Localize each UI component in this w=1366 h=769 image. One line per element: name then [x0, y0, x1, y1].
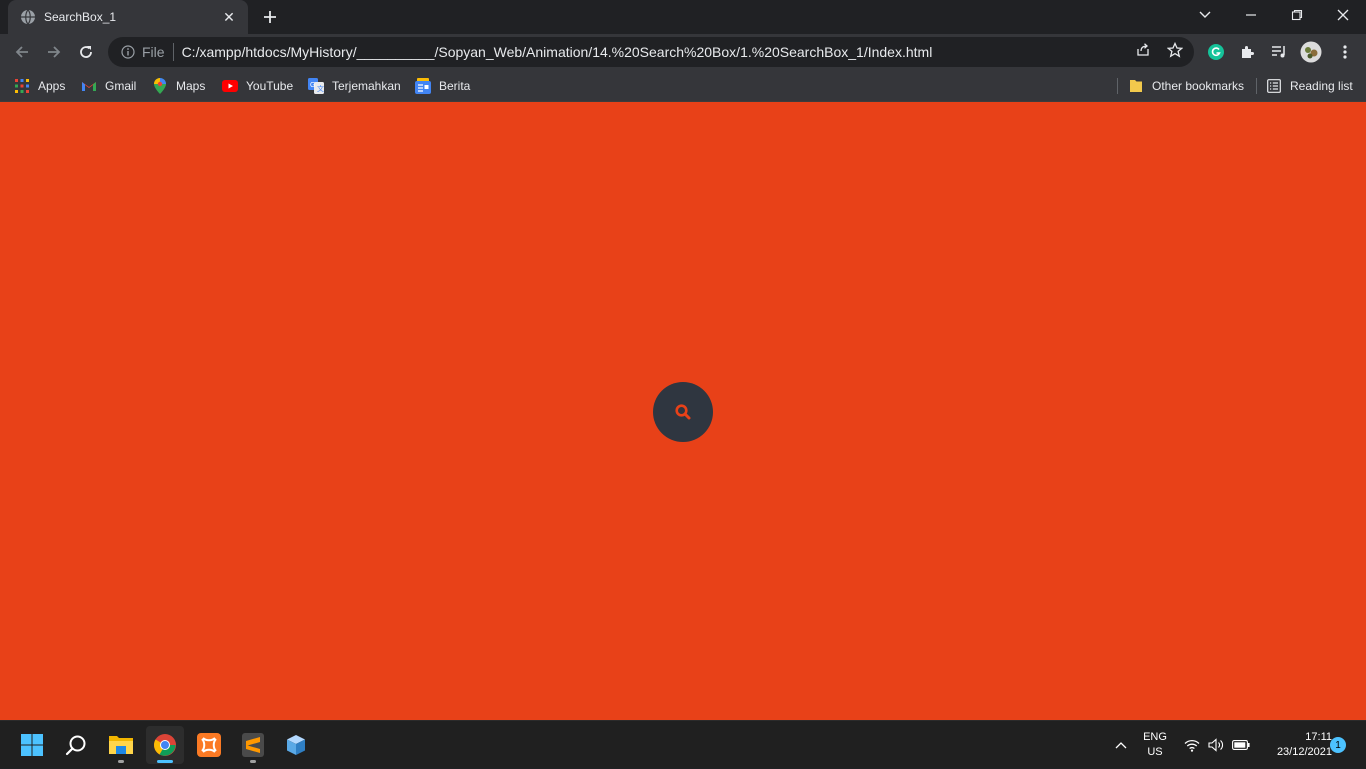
info-icon[interactable] — [120, 44, 136, 60]
chevron-down-icon — [1199, 11, 1211, 18]
restore-button[interactable] — [1274, 0, 1320, 30]
extensions-icon[interactable] — [1236, 41, 1258, 63]
sublime-text-icon — [242, 733, 264, 757]
bookmarks-divider — [1256, 78, 1257, 94]
battery-icon[interactable] — [1230, 721, 1252, 769]
start-button[interactable] — [13, 726, 51, 764]
running-indicator — [118, 760, 124, 763]
media-control-icon[interactable] — [1268, 41, 1290, 63]
tab-close-icon[interactable]: ✕ — [220, 8, 238, 26]
globe-icon — [20, 9, 36, 25]
show-hidden-icons-button[interactable] — [1110, 721, 1132, 769]
bookmarks-divider — [1117, 78, 1118, 94]
bookmark-other-bookmarks[interactable]: Other bookmarks — [1128, 74, 1244, 98]
tab-title: SearchBox_1 — [44, 10, 117, 24]
bookmark-apps[interactable]: Apps — [14, 74, 65, 98]
bookmark-terjemahkan[interactable]: G文 Terjemahkan — [308, 74, 401, 98]
search-icon — [65, 735, 86, 756]
taskbar-search-button[interactable] — [57, 726, 95, 764]
close-icon — [1337, 9, 1349, 21]
bookmark-label: Terjemahkan — [332, 79, 401, 93]
bookmark-youtube[interactable]: YouTube — [222, 74, 293, 98]
reading-list-icon — [1266, 78, 1282, 94]
bookmark-label: Berita — [439, 79, 471, 93]
bookmark-label: Reading list — [1290, 79, 1353, 93]
bookmark-star-icon[interactable] — [1166, 41, 1184, 59]
browser-tab[interactable]: SearchBox_1 ✕ — [8, 0, 248, 34]
omnibox-divider — [172, 43, 174, 61]
notification-badge[interactable]: 1 — [1330, 737, 1346, 753]
apps-grid-icon — [14, 78, 30, 94]
minimize-button[interactable] — [1228, 0, 1274, 30]
chrome-icon — [154, 734, 176, 756]
restore-icon — [1291, 9, 1303, 21]
xampp-icon — [197, 733, 221, 757]
bookmark-label: YouTube — [246, 79, 294, 93]
language-code: ENG — [1143, 731, 1167, 743]
clock[interactable]: 17:11 23/12/2021 — [1256, 730, 1332, 760]
volume-icon[interactable] — [1206, 721, 1226, 769]
bookmark-label: Gmail — [105, 79, 137, 93]
forward-button[interactable] — [40, 38, 68, 66]
bookmark-maps[interactable]: Maps — [152, 74, 205, 98]
news-icon — [415, 78, 431, 94]
file-explorer-icon — [109, 736, 133, 754]
gmail-icon — [81, 78, 97, 94]
plus-icon — [264, 11, 276, 23]
tab-search-button[interactable] — [1182, 0, 1228, 30]
bookmark-label: Other bookmarks — [1152, 79, 1245, 93]
back-button[interactable] — [8, 38, 36, 66]
youtube-icon — [222, 78, 238, 94]
folder-icon — [1128, 78, 1144, 94]
url-text[interactable]: C:/xampp/htdocs/MyHistory/__________/Sop… — [182, 44, 933, 60]
reload-icon — [80, 46, 92, 58]
menu-kebab-icon[interactable] — [1334, 41, 1356, 63]
taskbar-3d-app[interactable] — [277, 726, 315, 764]
search-button[interactable] — [653, 382, 713, 442]
search-icon — [675, 404, 691, 420]
taskbar-sublime-text[interactable] — [234, 726, 272, 764]
reading-list-button[interactable]: Reading list — [1266, 74, 1353, 98]
profile-avatar[interactable] — [1300, 41, 1322, 63]
scheme-label: File — [142, 44, 165, 60]
maps-icon — [152, 78, 168, 94]
bookmark-gmail[interactable]: Gmail — [81, 74, 136, 98]
bookmarks-bar: Apps Gmail Maps YouTube G文 Terjemahkan B… — [0, 70, 1366, 102]
arrow-left-icon — [15, 46, 28, 58]
3d-box-icon — [287, 735, 305, 755]
bookmark-berita[interactable]: Berita — [415, 74, 470, 98]
clock-date: 23/12/2021 — [1276, 746, 1332, 758]
bookmark-label: Apps — [38, 79, 66, 93]
arrow-right-icon — [48, 46, 61, 58]
language-region: US — [1147, 746, 1163, 758]
windows-start-icon — [21, 734, 43, 756]
svg-text:G: G — [310, 82, 315, 89]
browser-toolbar: File C:/xampp/htdocs/MyHistory/_________… — [0, 34, 1366, 70]
clock-time: 17:11 — [1305, 731, 1332, 743]
taskbar-xampp[interactable] — [190, 726, 228, 764]
taskbar-file-explorer[interactable] — [102, 726, 140, 764]
reload-button[interactable] — [72, 38, 100, 66]
taskbar: ENG US 17:11 23/12/2021 1 — [0, 720, 1366, 768]
minimize-icon — [1246, 14, 1256, 16]
new-tab-button[interactable] — [258, 6, 282, 28]
language-indicator[interactable]: ENG US — [1138, 730, 1172, 760]
bookmark-label: Maps — [176, 79, 206, 93]
svg-text:文: 文 — [317, 84, 324, 93]
taskbar-chrome[interactable] — [146, 726, 184, 764]
close-window-button[interactable] — [1320, 0, 1366, 30]
chevron-up-icon — [1115, 742, 1127, 749]
wifi-icon[interactable] — [1182, 721, 1202, 769]
page-viewport — [0, 102, 1366, 720]
translate-icon: G文 — [308, 78, 324, 94]
address-bar[interactable]: File C:/xampp/htdocs/MyHistory/_________… — [108, 37, 1194, 67]
running-indicator — [157, 760, 173, 763]
running-indicator — [250, 760, 256, 763]
tab-strip: SearchBox_1 ✕ — [0, 0, 1366, 34]
share-icon[interactable] — [1134, 41, 1152, 59]
grammarly-icon[interactable] — [1205, 41, 1227, 63]
